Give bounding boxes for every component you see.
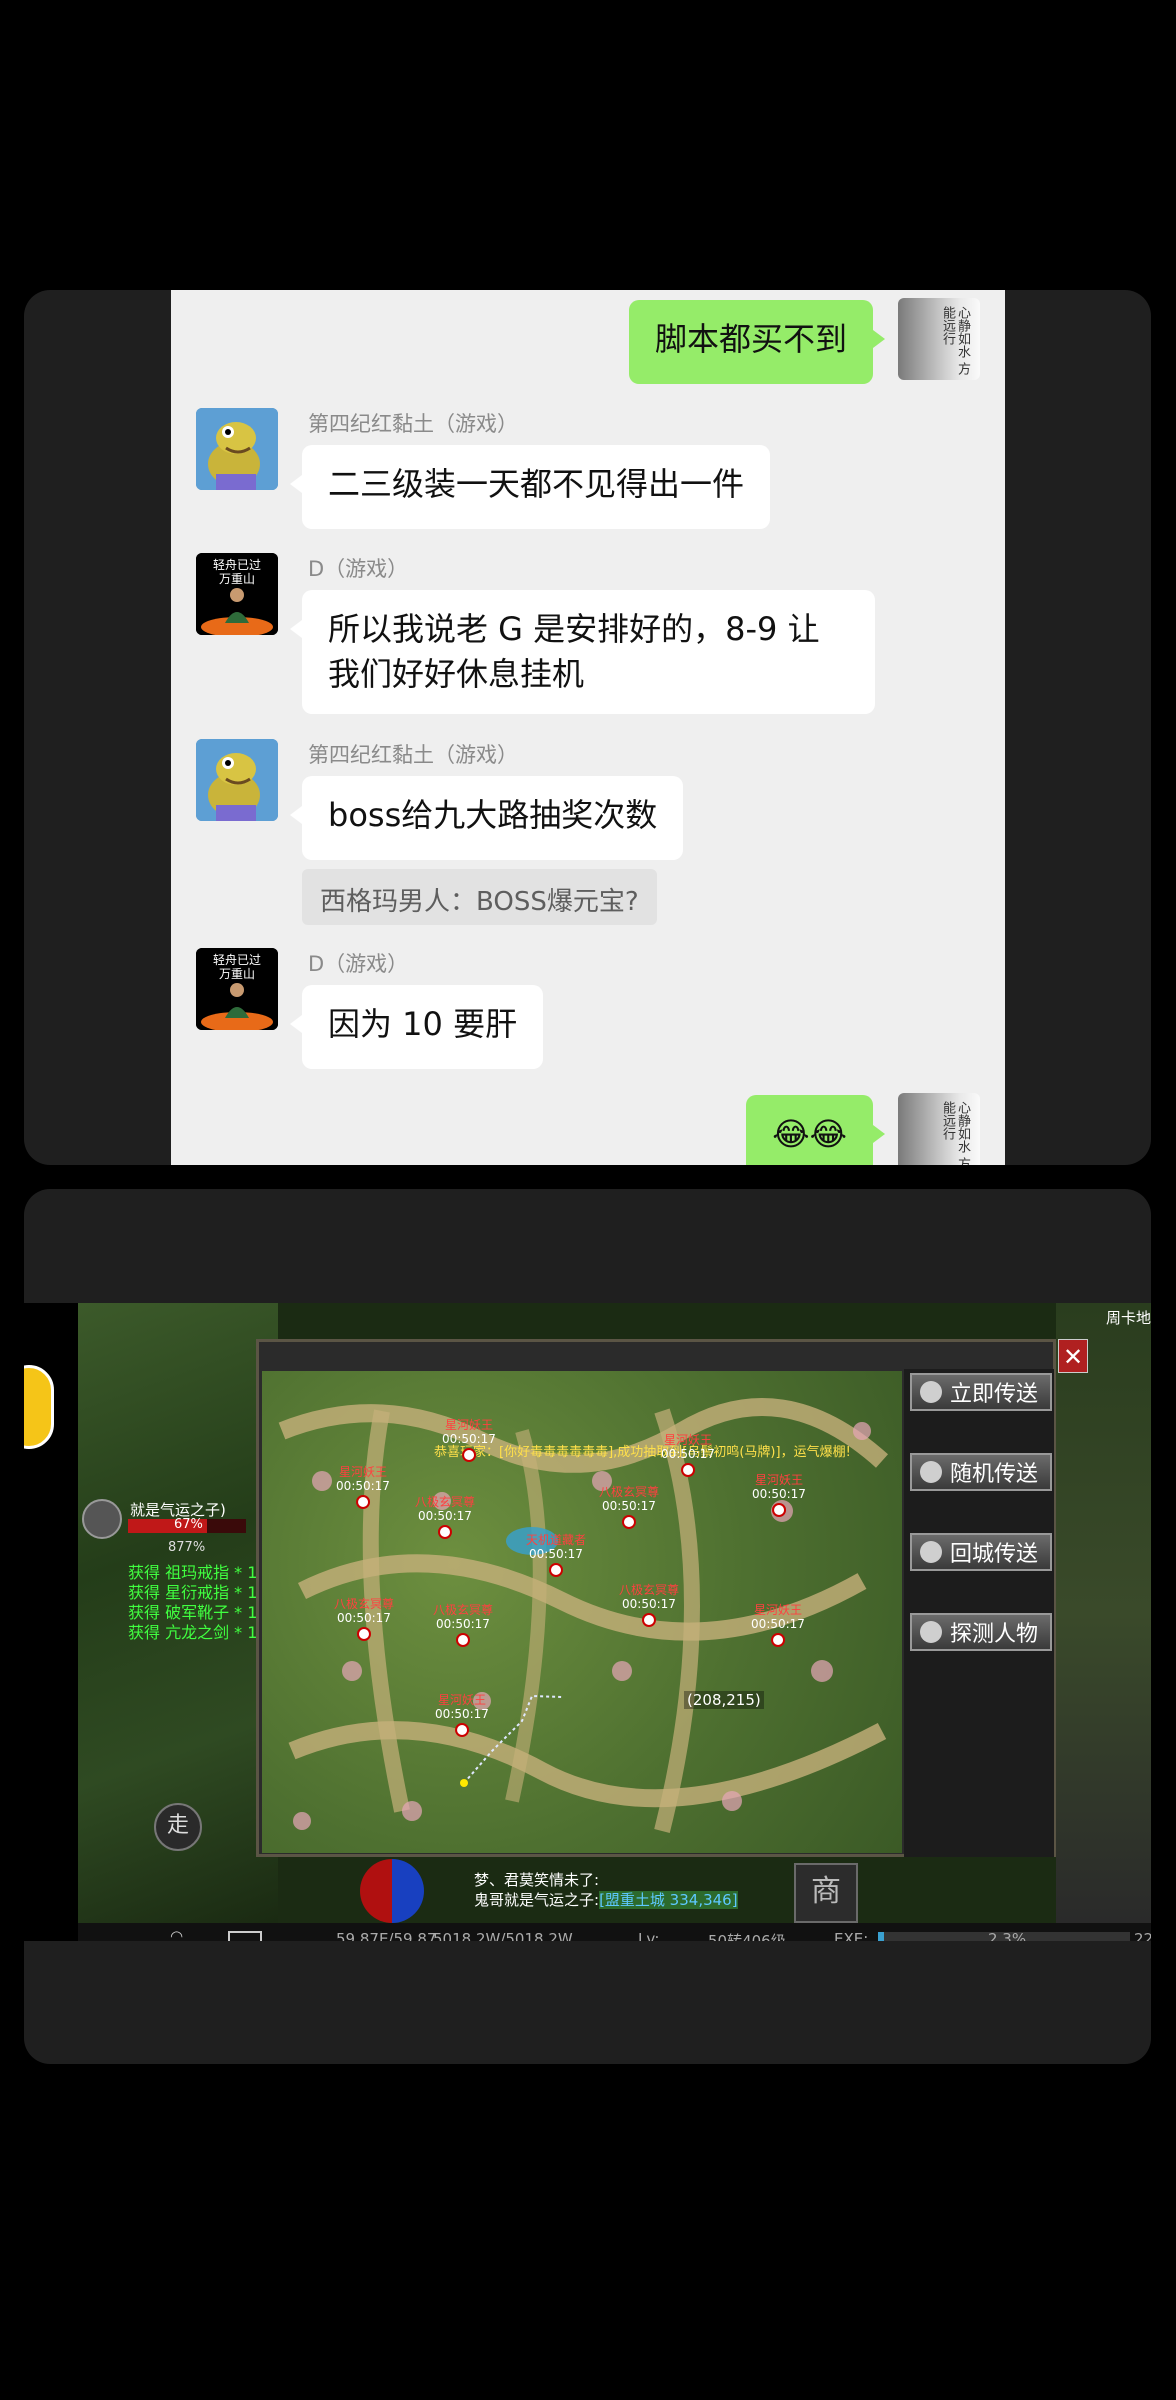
- boss-marker[interactable]: 八极玄冥尊 00:50:17: [334, 1597, 394, 1641]
- game-screen: 就是气运之子) 67% 877% 获得 祖玛戒指 * 1 获得 星衍戒指 * 1…: [24, 1303, 1151, 1941]
- shop-button[interactable]: 商: [794, 1863, 858, 1923]
- message-bubble-mine[interactable]: 脚本都买不到: [628, 300, 886, 384]
- detect-player-button[interactable]: 探测人物: [910, 1613, 1052, 1651]
- secondary-percent: 877%: [168, 1540, 206, 1555]
- meditation-icon: 轻舟已过 万重山: [196, 553, 278, 635]
- avatar-calligraphy: 心静如水 方能远行: [940, 1101, 970, 1165]
- loot-log-line: 获得 亢龙之剑 * 1: [128, 1623, 258, 1642]
- boss-marker[interactable]: 星河妖王 00:50:17: [336, 1465, 390, 1509]
- boss-marker[interactable]: 星河妖王 00:50:17: [752, 1473, 806, 1517]
- boss-marker[interactable]: 星河妖王 00:50:17: [751, 1603, 805, 1647]
- sender-name: 第四纪红黏土（游戏）: [308, 412, 518, 436]
- my-avatar[interactable]: 心静如水 方能远行: [898, 298, 980, 380]
- boss-marker[interactable]: 八极玄冥尊 00:50:17: [599, 1485, 659, 1529]
- avatar-calligraphy: 心静如水 方能远行: [940, 306, 970, 376]
- scroll-icon: [920, 1541, 942, 1563]
- svg-text:轻舟已过: 轻舟已过: [213, 953, 261, 967]
- wifi-icon: ◠: [170, 1927, 184, 1941]
- map-coordinate-readout: (208,215): [684, 1691, 764, 1709]
- boss-marker[interactable]: 星河妖王 00:50:17: [661, 1433, 715, 1477]
- boss-marker[interactable]: 八极玄冥尊 00:50:17: [619, 1583, 679, 1627]
- quoted-message[interactable]: 西格玛男人：BOSS爆元宝?: [302, 869, 657, 925]
- right-hud-label: 周卡地: [1106, 1309, 1151, 1327]
- teleport-icon: [920, 1381, 942, 1403]
- search-icon: [920, 1621, 942, 1643]
- frog-icon: [196, 408, 278, 490]
- exp-bar-fill: [878, 1932, 884, 1941]
- boss-marker[interactable]: 八极玄冥尊 00:50:17: [433, 1603, 493, 1647]
- svg-text:万重山: 万重山: [219, 572, 255, 586]
- meditation-icon: 轻舟已过 万重山: [196, 948, 278, 1030]
- d-avatar[interactable]: 轻舟已过 万重山: [196, 553, 278, 635]
- player-avatar-icon[interactable]: [82, 1499, 122, 1539]
- sender-name: D（游戏）: [308, 557, 409, 581]
- battery-icon: [228, 1931, 262, 1941]
- game-background-right: [1056, 1303, 1151, 1923]
- hp-percent: 67%: [174, 1517, 203, 1532]
- frog-avatar[interactable]: [196, 408, 278, 490]
- message-bubble[interactable]: 因为 10 要肝: [289, 985, 544, 1069]
- hp-value: 59.87E/59.87: [336, 1930, 437, 1941]
- system-notice: 恭喜玩家：[你好毒毒毒毒毒毒],成功抽取到[乌鬃初鸣(马牌)]，运气爆棚!: [434, 1445, 851, 1460]
- level-label: Lv:: [638, 1930, 660, 1941]
- sender-name: D（游戏）: [308, 952, 409, 976]
- boss-marker[interactable]: 天机道藏者 00:50:17: [526, 1533, 586, 1577]
- chat-window: 脚本都买不到 心静如水 方能远行 第四纪红黏土（游戏） 二三级装一天都不见得出一…: [171, 290, 1005, 1165]
- game-screenshot-card: 就是气运之子) 67% 877% 获得 祖玛戒指 * 1 获得 星衍戒指 * 1…: [24, 1189, 1151, 2064]
- message-bubble[interactable]: boss给九大路抽奖次数: [289, 776, 684, 860]
- message-bubble-mine[interactable]: 😂😂: [746, 1095, 885, 1165]
- svg-text:轻舟已过: 轻舟已过: [213, 558, 261, 572]
- exp-label: EXE:: [834, 1930, 869, 1941]
- svg-text:万重山: 万重山: [219, 967, 255, 981]
- return-city-button[interactable]: 回城传送: [910, 1533, 1052, 1571]
- chat-line: 梦、君莫笑情未了:: [474, 1871, 600, 1889]
- instant-teleport-button[interactable]: 立即传送: [910, 1373, 1052, 1411]
- close-icon[interactable]: ✕: [1058, 1339, 1088, 1373]
- chat-screenshot-card: 脚本都买不到 心静如水 方能远行 第四纪红黏土（游戏） 二三级装一天都不见得出一…: [24, 290, 1151, 1165]
- mp-value: 5018.2W/5018.2W: [433, 1930, 573, 1941]
- level-value: 50转406级: [708, 1932, 786, 1941]
- orb-icon: [920, 1461, 942, 1483]
- d-avatar[interactable]: 轻舟已过 万重山: [196, 948, 278, 1030]
- boss-marker[interactable]: 星河妖王 00:50:17: [435, 1693, 489, 1737]
- floating-coin-icon[interactable]: [24, 1365, 54, 1449]
- location-tag: [盟重土城 334,346]: [599, 1891, 738, 1909]
- hp-orb: [360, 1859, 424, 1923]
- exp-value: 2.3%: [988, 1930, 1027, 1941]
- boss-marker[interactable]: 星河妖王 00:50:17: [442, 1418, 496, 1462]
- message-bubble[interactable]: 二三级装一天都不见得出一件: [289, 445, 771, 529]
- chat-line: 鬼哥就是气运之子:[盟重土城 334,346]: [474, 1891, 738, 1909]
- message-bubble[interactable]: 所以我说老 G 是安排好的，8-9 让我们好好休息挂机: [290, 590, 875, 714]
- random-teleport-button[interactable]: 随机传送: [910, 1453, 1052, 1491]
- frog-icon: [196, 739, 278, 821]
- boss-marker[interactable]: 八极玄冥尊 00:50:17: [415, 1495, 475, 1539]
- sender-name: 第四纪红黏土（游戏）: [308, 743, 518, 767]
- tail-value: 22: [1134, 1930, 1151, 1941]
- my-avatar[interactable]: 心静如水 方能远行: [898, 1093, 980, 1165]
- status-bar: ◠ 59.87E/59.87 5018.2W/5018.2W Lv: 50转40…: [78, 1923, 1151, 1941]
- walk-button[interactable]: 走: [154, 1803, 202, 1851]
- frog-avatar[interactable]: [196, 739, 278, 821]
- left-black-bar: [24, 1303, 78, 1941]
